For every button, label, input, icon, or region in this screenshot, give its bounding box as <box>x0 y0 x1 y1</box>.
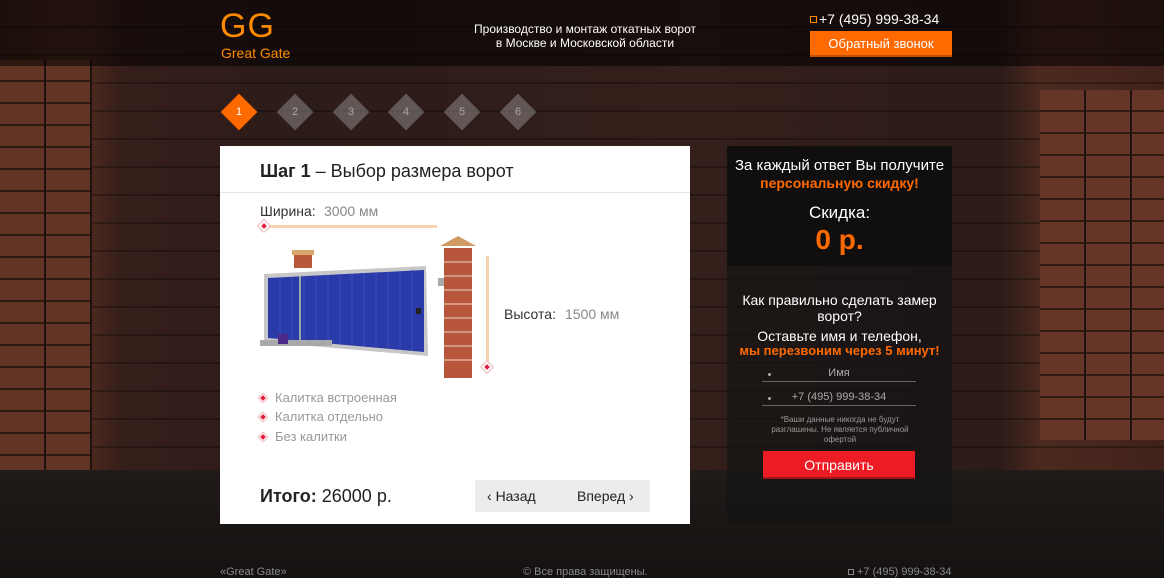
option-label[interactable]: Калитка встроенная <box>275 390 397 405</box>
height-label: Высота: <box>504 306 556 322</box>
option-bullet-icon <box>258 432 268 442</box>
gate-rail <box>260 340 332 346</box>
step-4-number[interactable]: 4 <box>393 99 419 125</box>
height-value: 1500 мм <box>565 306 620 322</box>
step-5-number[interactable]: 5 <box>449 99 475 125</box>
total-value: 26000 р. <box>316 486 392 506</box>
discount-label: Скидка: <box>808 203 871 222</box>
gate-panel <box>268 270 424 352</box>
total-price: Итого: 26000 р. <box>260 486 392 507</box>
step-1-number[interactable]: 1 <box>226 99 252 125</box>
option-label[interactable]: Без калитки <box>275 429 347 444</box>
card-title: Шаг 1 – Выбор размера ворот <box>260 161 514 182</box>
step-6-number[interactable]: 6 <box>505 99 531 125</box>
brick-column <box>444 248 472 378</box>
header-phone-number[interactable]: +7 (495) 999-38-34 <box>819 11 939 27</box>
step-3-number[interactable]: 3 <box>338 99 364 125</box>
footer-phone[interactable]: +7 (495) 999-38-34 <box>848 566 951 578</box>
phone-input[interactable]: +7 (495) 999-38-34 <box>762 388 916 406</box>
card-divider <box>220 192 690 193</box>
back-button[interactable]: ‹ Назад <box>487 488 536 504</box>
width-label: Ширина: <box>260 203 316 219</box>
promo-line-1: За каждый ответ Вы получите <box>734 157 945 174</box>
footer-copyright: © Все права защищены. <box>523 566 648 578</box>
total-label: Итого: <box>260 486 317 506</box>
footer-brand: «Great Gate» <box>220 566 287 578</box>
logo-mark[interactable]: GG <box>220 8 275 44</box>
footer-phone-number[interactable]: +7 (495) 999-38-34 <box>857 566 951 578</box>
tagline-line-2: в Москве и Московской области <box>495 36 675 50</box>
gate-lock <box>416 308 421 314</box>
cta-line-2: мы перезвоним через 5 минут! <box>739 343 940 358</box>
option-no-wicket[interactable]: Без калитки <box>258 429 347 444</box>
short-pillar-cap <box>292 250 314 255</box>
tagline: Производство и монтаж откатных ворот в М… <box>440 22 730 50</box>
next-button[interactable]: Вперед › <box>577 488 634 504</box>
discount-value: 0 р. <box>815 224 864 255</box>
option-builtin-wicket[interactable]: Калитка встроенная <box>258 390 397 405</box>
option-label[interactable]: Калитка отдельно <box>275 409 383 424</box>
width-slider-handle[interactable] <box>258 220 270 232</box>
chevron-right-icon: › <box>625 488 634 504</box>
name-input[interactable]: Имя <box>762 364 916 382</box>
option-separate-wicket[interactable]: Калитка отдельно <box>258 409 383 424</box>
chevron-left-icon: ‹ <box>487 488 496 504</box>
callback-button[interactable]: Обратный звонок <box>810 31 952 57</box>
next-label[interactable]: Вперед <box>577 488 625 504</box>
height-slider-track[interactable] <box>486 256 489 366</box>
gate-motor <box>278 334 288 344</box>
quiz-card: Шаг 1 – Выбор размера ворот Ширина: 3000… <box>220 146 690 524</box>
card-title-step: Шаг 1 <box>260 161 311 181</box>
option-bullet-icon <box>258 412 268 422</box>
gate-image <box>260 236 476 378</box>
gate-catcher <box>438 278 444 286</box>
privacy-disclaimer: *Ваши данные никогда не будут разглашены… <box>771 415 909 444</box>
measure-question: Как правильно сделать замер ворот? <box>742 292 937 324</box>
phone-icon <box>810 16 817 23</box>
width-value: 3000 мм <box>324 203 379 219</box>
promo-line-2: персональную скидку! <box>760 175 919 191</box>
card-title-text: – Выбор размера ворот <box>310 161 514 181</box>
short-pillar <box>294 254 312 268</box>
logo-text[interactable]: Great Gate <box>221 45 290 61</box>
submit-button[interactable]: Отправить <box>763 451 915 479</box>
header-phone[interactable]: +7 (495) 999-38-34 <box>810 11 939 27</box>
step-2-number[interactable]: 2 <box>282 99 308 125</box>
phone-icon <box>848 569 854 575</box>
back-label[interactable]: Назад <box>496 488 536 504</box>
brick-column-cap <box>440 236 476 246</box>
cta-line-1: Оставьте имя и телефон, <box>757 328 922 344</box>
tagline-line-1: Производство и монтаж откатных ворот <box>474 22 696 36</box>
option-bullet-icon <box>258 393 268 403</box>
width-slider-track[interactable] <box>264 225 437 228</box>
